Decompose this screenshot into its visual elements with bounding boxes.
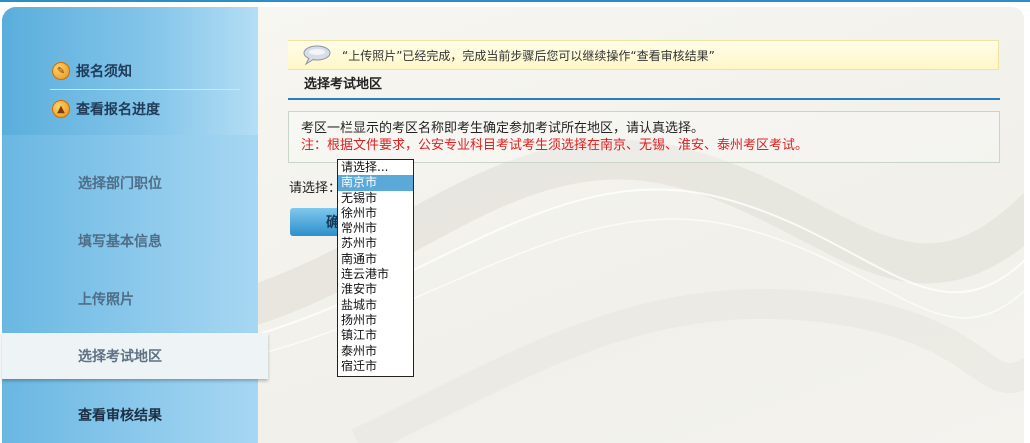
step-select-region[interactable]: 选择考试地区 bbox=[2, 333, 268, 379]
region-dropdown-list[interactable]: 请选择... 南京市 无锡市 徐州市 常州市 苏州市 南通市 连云港市 淮安市 盐城市 扬州市 镇江市… bbox=[337, 159, 414, 377]
step-review-result[interactable]: 查看审核结果 bbox=[2, 392, 258, 438]
step-label: 填写基本信息 bbox=[78, 234, 162, 250]
dropdown-option[interactable]: 无锡市 bbox=[338, 191, 413, 206]
step-label: 选择部门职位 bbox=[78, 176, 162, 192]
dropdown-option[interactable]: 徐州市 bbox=[338, 206, 413, 221]
info-box: 考区一栏显示的考区名称即考生确定参加考试所在地区，请认真选择。 注：根据文件要求… bbox=[288, 111, 1000, 163]
sidebar-link-label: 报名须知 bbox=[76, 64, 132, 80]
step-select-position[interactable]: 选择部门职位 bbox=[2, 160, 258, 206]
step-basic-info[interactable]: 填写基本信息 bbox=[2, 218, 258, 264]
dropdown-option[interactable]: 南通市 bbox=[338, 252, 413, 267]
info-text: 考区一栏显示的考区名称即考生确定参加考试所在地区，请认真选择。 bbox=[301, 121, 705, 136]
dropdown-option[interactable]: 请选择... bbox=[338, 160, 413, 175]
notice-text: “上传照片”已经完成，完成当前步骤后您可以继续操作“查看审核结果” bbox=[342, 48, 715, 63]
dropdown-option[interactable]: 淮安市 bbox=[338, 282, 413, 297]
progress-notice: “上传照片”已经完成，完成当前步骤后您可以继续操作“查看审核结果” bbox=[288, 40, 999, 70]
dropdown-option[interactable]: 宿迁市 bbox=[338, 359, 413, 374]
sidebar-link-label: 查看报名进度 bbox=[76, 102, 160, 118]
sidebar-link-notice[interactable]: ✎ 报名须知 bbox=[52, 60, 132, 82]
progress-icon: ▲ bbox=[52, 100, 70, 118]
warning-text: 注：根据文件要求，公安专业科目考试考生须选择在南京、无锡、淮安、泰州考区考试。 bbox=[301, 138, 809, 153]
top-accent-line bbox=[0, 0, 1030, 2]
step-upload-photo[interactable]: 上传照片 bbox=[2, 276, 258, 322]
dropdown-option[interactable]: 常州市 bbox=[338, 221, 413, 236]
step-label: 查看审核结果 bbox=[78, 408, 162, 424]
dropdown-option[interactable]: 扬州市 bbox=[338, 313, 413, 328]
dropdown-option[interactable]: 南京市 bbox=[338, 175, 413, 191]
dropdown-option[interactable]: 苏州市 bbox=[338, 236, 413, 251]
dropdown-option[interactable]: 镇江市 bbox=[338, 328, 413, 343]
info-icon: ✎ bbox=[52, 62, 70, 80]
sidebar-divider bbox=[50, 89, 240, 90]
dropdown-option[interactable]: 泰州市 bbox=[338, 344, 413, 359]
sidebar-link-progress[interactable]: ▲ 查看报名进度 bbox=[52, 98, 160, 120]
step-label: 上传照片 bbox=[78, 292, 134, 308]
speech-bubble-icon bbox=[300, 44, 334, 66]
dropdown-option[interactable]: 连云港市 bbox=[338, 267, 413, 282]
section-title: 选择考试地区 bbox=[288, 74, 1000, 100]
step-label: 选择考试地区 bbox=[78, 349, 162, 365]
dropdown-option[interactable]: 盐城市 bbox=[338, 298, 413, 313]
select-label: 请选择： bbox=[289, 181, 342, 196]
